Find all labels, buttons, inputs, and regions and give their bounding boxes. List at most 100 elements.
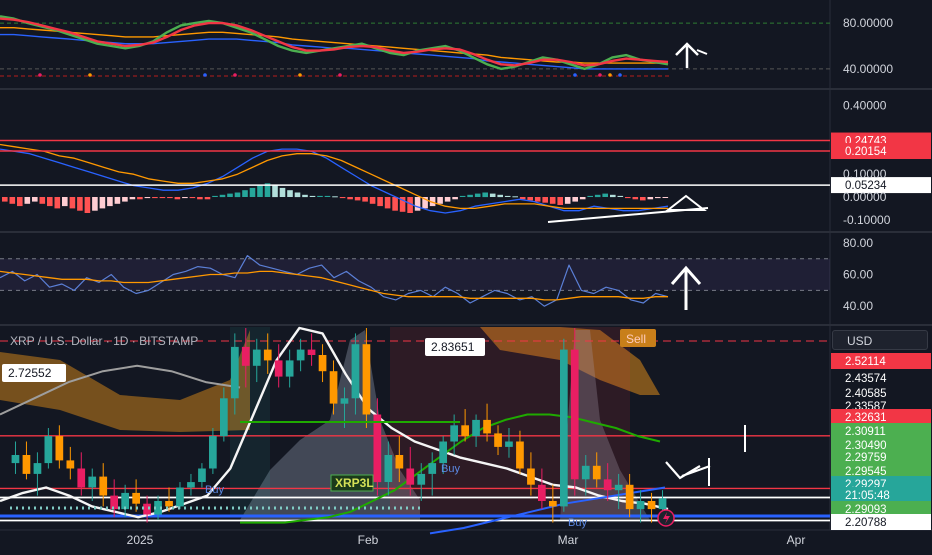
macd-histogram-bar	[354, 197, 361, 201]
candle-body	[373, 414, 382, 483]
candle-body	[66, 460, 75, 469]
macd-histogram-bar	[2, 197, 8, 202]
macd-histogram-bar	[302, 194, 308, 198]
candle-body	[209, 436, 217, 469]
macd-level-tag-text: 0.20154	[845, 146, 887, 158]
macd-histogram-bar	[242, 190, 248, 197]
candle-body	[581, 465, 590, 480]
signal-dot	[233, 73, 237, 77]
macd-histogram-bar	[24, 197, 31, 204]
macd-histogram-bar	[249, 187, 256, 197]
buy-signal-text: Buy	[441, 463, 460, 475]
signal-dot	[608, 73, 612, 77]
sell-signal-text: Sell	[626, 332, 646, 346]
candle-body	[220, 398, 228, 437]
macd-histogram-bar	[512, 196, 518, 198]
candle-body	[494, 433, 502, 447]
currency-button[interactable]: USD	[832, 330, 928, 350]
signal-dot	[338, 73, 342, 77]
signal-dot	[38, 73, 42, 77]
candle-body	[406, 468, 415, 485]
time-axis-label: Feb	[358, 533, 379, 547]
candle-body	[176, 487, 184, 507]
chart-stage[interactable]: 80.00000 40.00000 0.24743 0.20154 0.05234 0.4…	[0, 0, 932, 550]
candle-body	[187, 482, 195, 488]
macd-histogram-bar	[257, 185, 263, 197]
candle-body	[516, 441, 524, 469]
macd-histogram-bar	[137, 197, 143, 200]
macd-histogram-bar	[167, 197, 173, 199]
candle-body	[614, 484, 623, 491]
macd-histogram-bar	[542, 197, 548, 203]
candle-body	[318, 355, 327, 372]
macd-histogram-bar	[122, 197, 128, 202]
signal-dot	[88, 73, 92, 77]
candle-body	[647, 501, 656, 510]
macd-histogram-bar	[377, 197, 383, 207]
candle-body	[231, 346, 239, 399]
candle-body	[549, 501, 557, 507]
candle-body	[625, 484, 634, 510]
macd-histogram-bar	[129, 197, 136, 200]
candle-body	[351, 344, 360, 399]
macd-level-tag: 0.20154	[831, 143, 931, 160]
chart-canvas[interactable]: 80.0000040.000000.247430.201540.052340.4…	[0, 0, 932, 550]
macd-histogram-bar	[204, 197, 211, 200]
macd-histogram-bar	[99, 197, 106, 209]
macd-histogram-bar	[62, 197, 68, 207]
candle-body	[110, 495, 118, 510]
macd-histogram-bar	[339, 197, 346, 199]
macd-histogram-bar	[564, 197, 571, 204]
macd-histogram-bar	[69, 197, 76, 209]
stochastic-tick-label: 40.00000	[843, 62, 893, 76]
macd-histogram-bar	[497, 194, 503, 198]
macd-histogram-bar	[489, 193, 496, 197]
macd-histogram-bar	[197, 197, 203, 200]
candle-body	[44, 436, 53, 464]
candle-body	[483, 419, 491, 434]
macd-histogram-bar	[212, 195, 218, 197]
macd-histogram-bar	[617, 195, 624, 197]
macd-histogram-bar	[219, 194, 226, 198]
macd-histogram-bar	[287, 190, 293, 197]
rsi-band-fill	[0, 258, 830, 291]
price-scale-tag-text: 2.29759	[845, 452, 887, 464]
macd-histogram-bar	[144, 197, 151, 199]
price-callout-text: 2.83651	[431, 340, 475, 354]
macd-histogram-bar	[54, 197, 61, 209]
candle-body	[33, 463, 42, 474]
candle-body	[472, 419, 480, 437]
macd-histogram-bar	[332, 196, 338, 198]
symbol-title: XRP / U.S. Dollar · 1D · BITSTAMP	[10, 334, 199, 348]
macd-histogram-bar	[39, 197, 46, 204]
macd-histogram-bar	[234, 192, 241, 198]
time-axis-label: 2025	[127, 533, 154, 547]
macd-histogram-bar	[392, 197, 398, 211]
candle-body	[395, 455, 404, 469]
candle-body	[570, 349, 579, 480]
macd-histogram-bar	[549, 197, 556, 204]
price-scale-tag: 2.32631	[831, 409, 931, 425]
macd-histogram-bar	[84, 197, 91, 213]
candle-body	[307, 349, 316, 355]
macd-tick-label: 0.40000	[843, 99, 887, 113]
buy-signal-text: Buy	[205, 484, 224, 496]
macd-histogram-bar	[317, 195, 323, 197]
candle-body	[285, 360, 294, 377]
candle-body	[658, 498, 667, 510]
macd-histogram-bar	[437, 197, 443, 204]
price-scale-tag: 2.52114	[831, 353, 931, 369]
stochastic-tick-label: 80.00000	[843, 16, 893, 30]
macd-histogram-bar	[655, 197, 661, 199]
macd-histogram-bar	[272, 184, 278, 198]
price-scale-tag-text: 2.52114	[845, 356, 886, 368]
macd-histogram-bar	[107, 197, 113, 207]
candle-body	[88, 476, 97, 488]
macd-histogram-bar	[369, 197, 376, 204]
macd-histogram-bar	[92, 197, 98, 211]
macd-histogram-bar	[527, 197, 533, 201]
macd-histogram-bar	[632, 197, 639, 200]
macd-histogram-bar	[182, 197, 188, 199]
macd-histogram-bar	[189, 197, 196, 199]
macd-histogram-bar	[347, 197, 353, 200]
